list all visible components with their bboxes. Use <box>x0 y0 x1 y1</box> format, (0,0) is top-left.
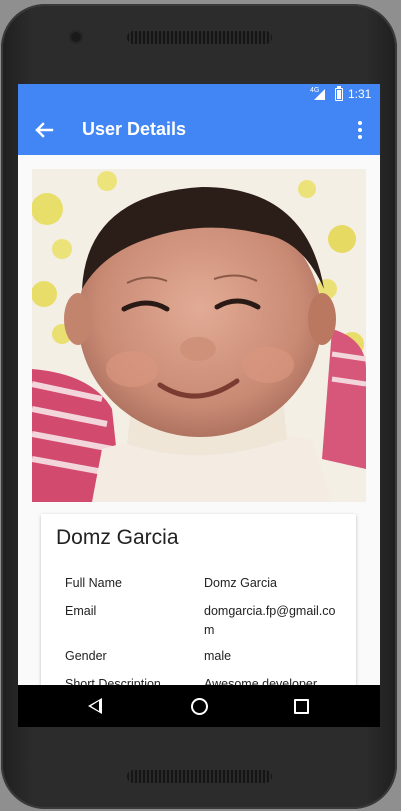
screen: 4G 1:31 User Details Domz Garcia Full Na… <box>18 84 380 727</box>
detail-value: male <box>204 649 232 663</box>
profile-photo <box>32 169 366 502</box>
status-bar: 4G 1:31 <box>18 84 380 104</box>
arrow-back-icon <box>35 122 54 138</box>
signal-icon <box>314 89 325 100</box>
detail-value: domgarcia.fp@gmail.com <box>204 604 336 637</box>
app-bar: User Details <box>18 104 380 155</box>
detail-label: Gender <box>65 649 107 663</box>
device-frame: 4G 1:31 User Details Domz Garcia Full Na… <box>1 4 397 809</box>
detail-value: Awesome developer <box>204 677 318 685</box>
nav-home-icon[interactable] <box>191 698 208 715</box>
more-vert-icon-dot <box>358 135 362 139</box>
top-speaker <box>127 31 272 44</box>
user-name-heading: Domz Garcia <box>56 526 179 549</box>
back-button[interactable] <box>30 116 58 144</box>
more-vert-icon-dot <box>358 128 362 132</box>
page-title: User Details <box>82 119 187 139</box>
bottom-speaker <box>127 770 272 783</box>
content-scroll[interactable]: Domz Garcia Full Name Domz Garcia Email … <box>18 155 380 685</box>
status-time: 1:31 <box>348 87 372 101</box>
nav-back-icon[interactable] <box>88 698 102 714</box>
overflow-menu-button[interactable] <box>350 117 370 143</box>
user-details-card: Domz Garcia Full Name Domz Garcia Email … <box>41 514 356 685</box>
battery-icon <box>335 86 343 101</box>
detail-value: Domz Garcia <box>204 576 277 590</box>
detail-label: Email <box>65 604 97 618</box>
detail-label: Short Description <box>65 677 161 685</box>
more-vert-icon <box>358 121 362 125</box>
detail-label: Full Name <box>65 576 122 590</box>
front-camera <box>71 32 81 42</box>
system-nav-bar <box>18 685 380 727</box>
nav-recent-icon[interactable] <box>294 699 309 714</box>
